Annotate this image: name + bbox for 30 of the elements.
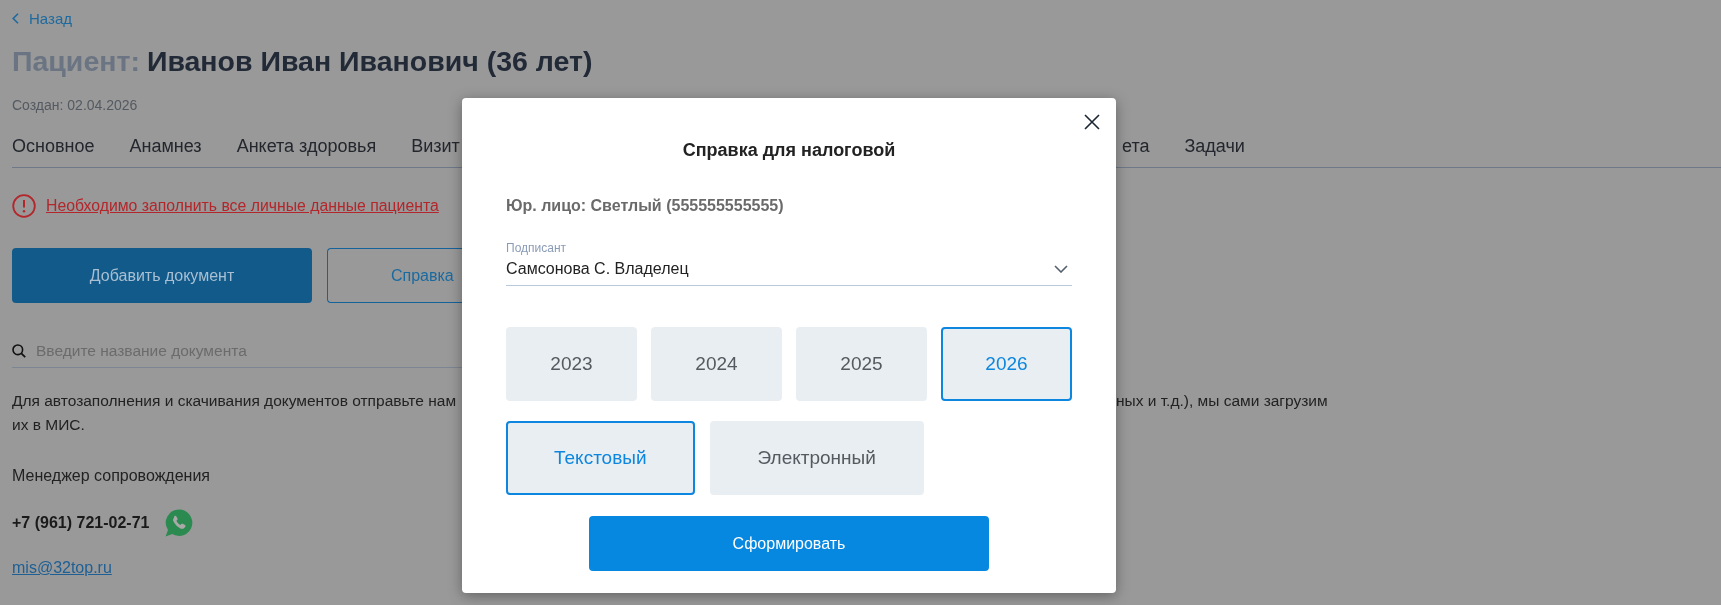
submit-button[interactable]: Сформировать [589,516,989,571]
tab[interactable]: ета [1122,135,1150,167]
year-option[interactable]: 2025 [796,327,927,401]
dialog-title: Справка для налоговой [681,139,897,162]
tab[interactable]: Анкета здоровья [236,135,377,167]
manager-title: Менеджер сопровождения [12,466,211,486]
tab[interactable]: Основное [12,135,95,167]
phone-number: +7 (961) 721-02-71 [12,514,150,532]
close-icon[interactable] [1084,114,1100,130]
chevron-left-icon [12,12,19,24]
year-option[interactable]: 2024 [651,327,782,401]
info-text: Для автозаполнения и скачивания документов отправьте нам [12,391,457,411]
created-date: Создан: 02.04.2026 [12,96,138,115]
format-option[interactable]: Текстовый [506,421,695,495]
chevron-down-icon [1054,265,1068,273]
warning-icon [12,194,36,218]
tab[interactable]: Анамнез [129,135,202,167]
legal-entity: Юр. лицо: Светлый (555555555555) [506,196,785,216]
year-option[interactable]: 2026 [941,327,1072,401]
add-document-button[interactable]: Добавить документ [12,248,312,303]
year-option[interactable]: 2023 [506,327,637,401]
signer-select[interactable]: Подписант Самсонова С. Владелец [506,241,1072,286]
patient-name: Иванов Иван Иванович (36 лет) [146,45,593,77]
info-text: их в МИС. [12,415,85,435]
format-option[interactable]: Электронный [709,421,924,495]
search-icon [12,344,26,358]
tab[interactable]: Визит [411,135,460,167]
field-label: Подписант [506,241,567,255]
tab[interactable]: Задачи [1184,135,1245,167]
info-text: ных и т.д.), мы сами загрузим [1116,391,1328,411]
